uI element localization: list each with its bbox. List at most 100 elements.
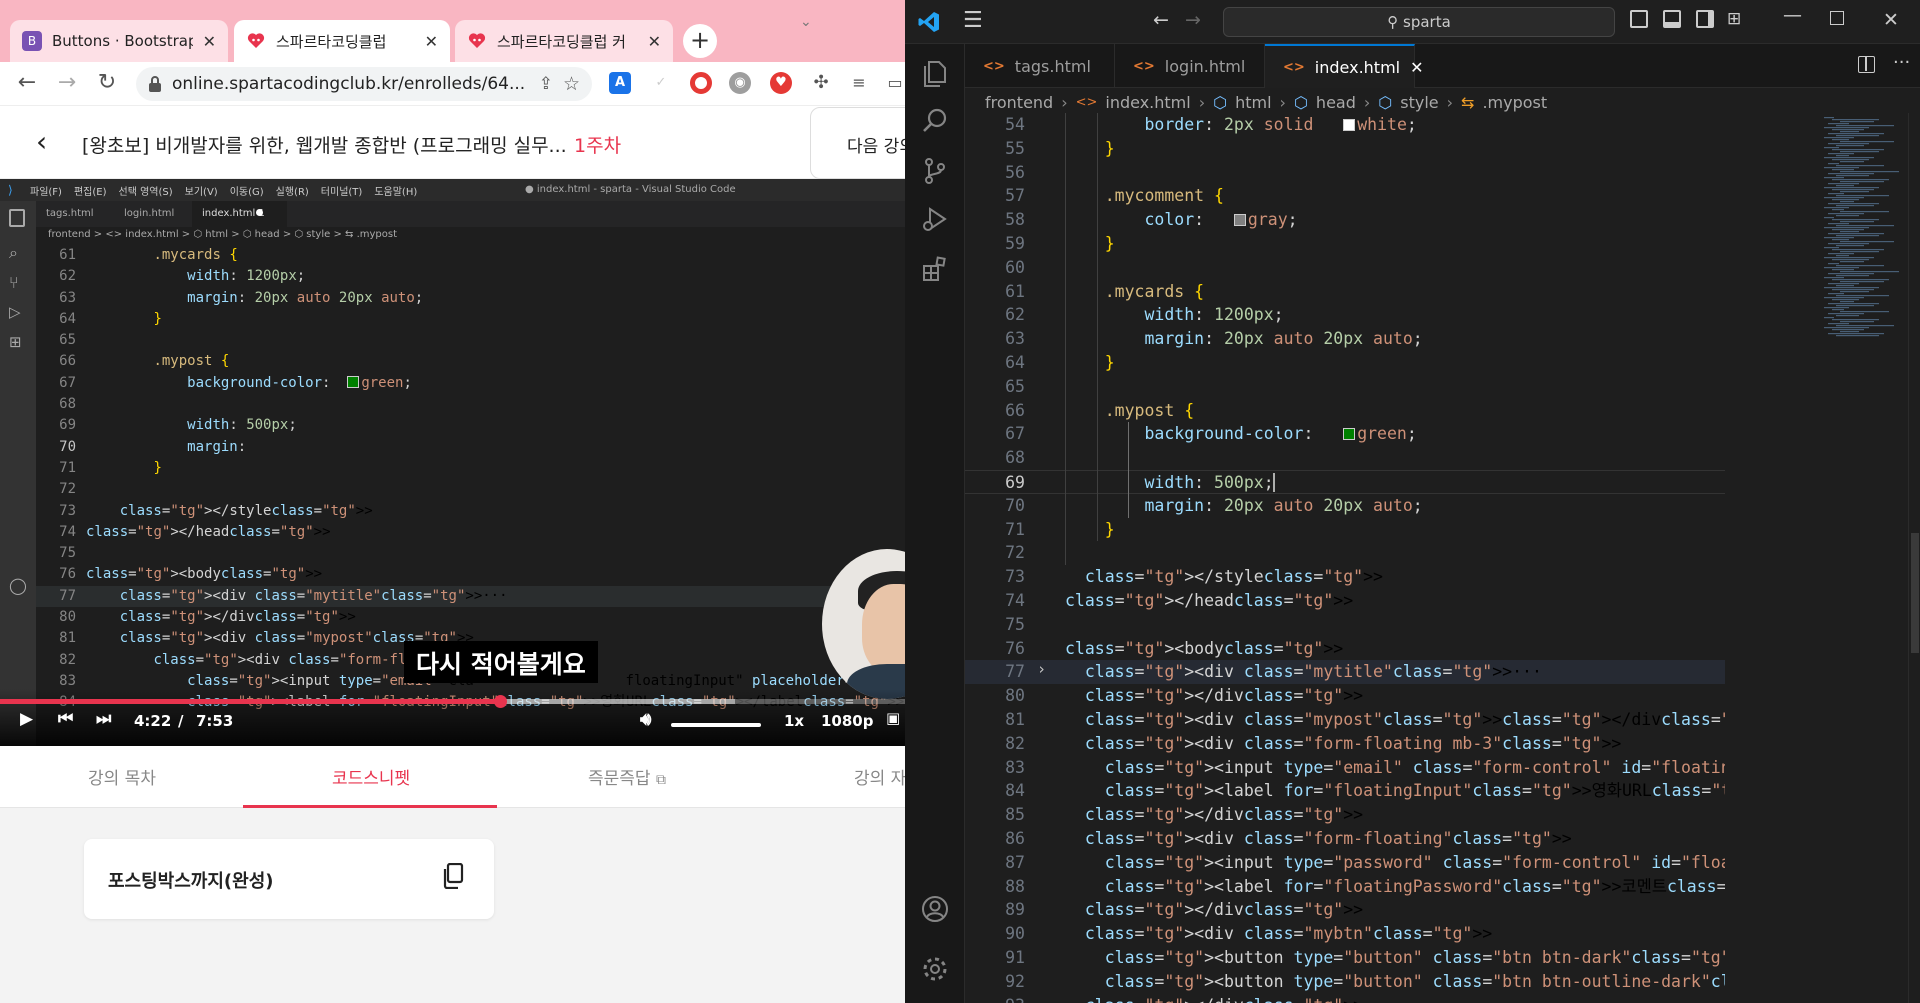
fullscreen-icon[interactable]: ▣ bbox=[886, 709, 900, 727]
back-chevron-icon[interactable]: ‹ bbox=[36, 125, 47, 158]
toggle-sidebar-icon[interactable] bbox=[1630, 10, 1648, 28]
shield-extension-icon[interactable]: ♥ bbox=[770, 72, 792, 94]
reload-icon[interactable]: ↻ bbox=[92, 70, 122, 95]
code-line[interactable]: 76 class="tg"><bodyclass="tg">> bbox=[965, 637, 1725, 661]
next-icon[interactable]: ⏭ bbox=[96, 709, 111, 729]
bookmark-star-icon[interactable]: ☆ bbox=[563, 73, 580, 95]
source-control-icon[interactable] bbox=[920, 156, 950, 186]
minimize-icon[interactable]: — bbox=[1783, 4, 1802, 26]
share-icon[interactable]: ⇪ bbox=[539, 74, 553, 94]
breadcrumb-item[interactable]: .mypost bbox=[1482, 93, 1547, 112]
browser-tab-sparta-active[interactable]: 스파르타코딩클럽 ✕ bbox=[234, 20, 450, 62]
breadcrumb-item[interactable]: html bbox=[1235, 93, 1271, 112]
code-line[interactable]: 68 bbox=[965, 446, 1725, 470]
lecture-video[interactable]: ⟩ 파일(F) 편집(E) 선택 영역(S) 보기(V) 이동(G) 실행(R)… bbox=[0, 179, 905, 746]
forward-arrow-icon[interactable]: → bbox=[52, 70, 82, 95]
code-line[interactable]: 73 class="tg"></styleclass="tg">> bbox=[965, 565, 1725, 589]
tab-close-icon[interactable]: ✕ bbox=[648, 32, 661, 51]
breadcrumb-item[interactable]: frontend bbox=[985, 93, 1053, 112]
code-line[interactable]: 66 .mypost { bbox=[965, 399, 1725, 423]
code-line[interactable]: 62 width: 1200px; bbox=[965, 303, 1725, 327]
search-icon[interactable] bbox=[920, 106, 950, 136]
tab-instant-qa[interactable]: 즉문즉답 ⧉ bbox=[588, 764, 666, 789]
run-debug-icon[interactable] bbox=[920, 204, 950, 234]
volume-icon[interactable]: 🔊︎ bbox=[640, 709, 651, 730]
code-line[interactable]: 56 bbox=[965, 161, 1725, 185]
copy-icon[interactable] bbox=[442, 863, 464, 889]
next-lecture-button[interactable]: 다음 강의 bbox=[810, 107, 905, 179]
extensions-icon[interactable] bbox=[920, 254, 950, 284]
split-editor-icon[interactable] bbox=[1858, 56, 1875, 73]
tab-tags-html[interactable]: <> tags.html bbox=[965, 44, 1115, 88]
account-icon[interactable] bbox=[920, 894, 950, 924]
breadcrumb-item[interactable]: head bbox=[1316, 93, 1356, 112]
code-line[interactable]: 86 class="tg"><div class="form-floating"… bbox=[965, 827, 1725, 851]
scrollbar-thumb[interactable] bbox=[1911, 533, 1919, 653]
code-line[interactable]: 71 } bbox=[965, 518, 1725, 542]
check-extension-icon[interactable]: ✓ bbox=[650, 72, 672, 94]
tab-search-chevron-icon[interactable]: ⌄ bbox=[800, 14, 812, 30]
tab-code-snippet[interactable]: 코드스니펫 bbox=[332, 764, 410, 789]
fold-chevron-icon[interactable]: › bbox=[1037, 660, 1046, 678]
tab-index-html[interactable]: <> index.html ✕ bbox=[1265, 44, 1424, 88]
code-line[interactable]: 70 margin: 20px auto 20px auto; bbox=[965, 494, 1725, 518]
tab-login-html[interactable]: <> login.html bbox=[1115, 44, 1265, 88]
code-line[interactable]: 77 class="tg"><div class="mytitle"class=… bbox=[965, 660, 1725, 685]
gear-icon[interactable] bbox=[920, 954, 950, 984]
code-line[interactable]: 90 class="tg"><div class="mybtn"class="t… bbox=[965, 922, 1725, 946]
customize-layout-icon[interactable]: ⊞ bbox=[1727, 9, 1741, 29]
toggle-secondary-sidebar-icon[interactable] bbox=[1696, 10, 1714, 28]
code-line[interactable]: 57 .mycomment { bbox=[965, 184, 1725, 208]
code-line[interactable]: 87 class="tg"><input type="password" cla… bbox=[965, 851, 1725, 875]
nav-back-icon[interactable]: ← bbox=[1153, 9, 1169, 31]
more-actions-icon[interactable]: ··· bbox=[1893, 52, 1910, 73]
browser-tab-sparta-2[interactable]: 스파르타코딩클럽 커 ✕ bbox=[455, 20, 673, 62]
menu-hamburger-icon[interactable]: ☰ bbox=[963, 8, 983, 33]
breadcrumb-item[interactable]: index.html bbox=[1105, 93, 1190, 112]
code-line[interactable]: 75 bbox=[965, 613, 1725, 637]
code-line[interactable]: 59 } bbox=[965, 232, 1725, 256]
code-line[interactable]: 63 margin: 20px auto 20px auto; bbox=[965, 327, 1725, 351]
minimap[interactable] bbox=[1820, 113, 1910, 343]
code-line[interactable]: 69 width: 500px; bbox=[965, 470, 1725, 494]
code-line[interactable]: 64 } bbox=[965, 351, 1725, 375]
code-line[interactable]: 72 bbox=[965, 541, 1725, 565]
code-line[interactable]: 84 class="tg"><label for="floatingInput"… bbox=[965, 779, 1725, 803]
play-icon[interactable]: ▶ bbox=[20, 709, 33, 729]
code-line[interactable]: 85 class="tg"></divclass="tg">> bbox=[965, 803, 1725, 827]
browser-tab-bootstrap[interactable]: B Buttons · Bootstrap v ✕ bbox=[10, 20, 228, 62]
code-line[interactable]: 80 class="tg"></divclass="tg">> bbox=[965, 684, 1725, 708]
code-line[interactable]: 58 color: gray; bbox=[965, 208, 1725, 232]
side-panel-icon[interactable]: ▭ bbox=[884, 72, 905, 94]
tab-close-icon[interactable]: ✕ bbox=[203, 32, 216, 51]
code-line[interactable]: 92 class="tg"><button type="button" clas… bbox=[965, 970, 1725, 994]
maximize-icon[interactable] bbox=[1830, 11, 1844, 25]
nav-forward-icon[interactable]: → bbox=[1185, 9, 1201, 31]
code-line[interactable]: 67 background-color: green; bbox=[965, 422, 1725, 446]
code-line[interactable]: 88 class="tg"><label for="floatingPasswo… bbox=[965, 875, 1725, 899]
speed-button[interactable]: 1x bbox=[784, 712, 804, 730]
tab-close-icon[interactable]: ✕ bbox=[425, 32, 438, 51]
code-line[interactable]: 91 class="tg"><button type="button" clas… bbox=[965, 946, 1725, 970]
code-line[interactable]: 82 class="tg"><div class="form-floating … bbox=[965, 732, 1725, 756]
snippet-card[interactable]: 포스팅박스까지(완성) bbox=[84, 839, 494, 919]
previous-icon[interactable]: ⏮ bbox=[58, 709, 73, 729]
breadcrumb-item[interactable]: style bbox=[1400, 93, 1438, 112]
explorer-files-icon[interactable] bbox=[920, 58, 950, 88]
toggle-panel-icon[interactable] bbox=[1663, 10, 1681, 28]
puzzle-extensions-icon[interactable]: ✣ bbox=[810, 72, 832, 94]
reading-list-icon[interactable]: ≡ bbox=[848, 72, 870, 94]
code-line[interactable]: 65 bbox=[965, 375, 1725, 399]
code-line[interactable]: 89 class="tg"></divclass="tg">> bbox=[965, 898, 1725, 922]
code-editor[interactable]: 54 border: 2px solid white; 55 } 56 57 .myc… bbox=[965, 113, 1725, 1003]
command-search-input[interactable]: ⚲ sparta bbox=[1223, 7, 1615, 37]
quality-button[interactable]: 1080p bbox=[821, 712, 874, 730]
video-progress-bar[interactable] bbox=[0, 695, 905, 708]
back-arrow-icon[interactable]: ← bbox=[12, 70, 42, 95]
code-line[interactable]: 60 bbox=[965, 256, 1725, 280]
editor-scrollbar[interactable] bbox=[1908, 113, 1920, 1003]
close-window-icon[interactable]: ✕ bbox=[1883, 9, 1899, 31]
tab-close-icon[interactable]: ✕ bbox=[1410, 58, 1423, 77]
code-line[interactable]: 93 class="tg"></divclass="tg">> bbox=[965, 994, 1725, 1003]
record-extension-icon[interactable] bbox=[690, 72, 712, 94]
